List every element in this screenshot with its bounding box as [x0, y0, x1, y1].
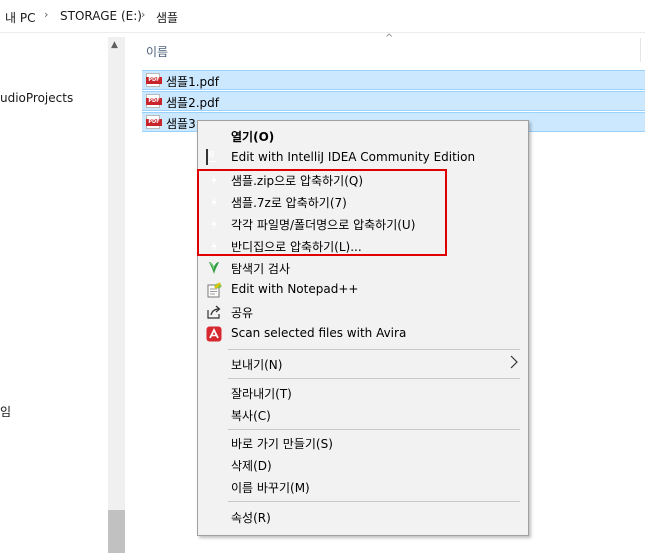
menu-item-compress-zip[interactable]: 샘플.zip으로 압축하기(Q)	[199, 169, 527, 191]
chevron-right-icon	[510, 355, 518, 369]
menu-item-cut[interactable]: 잘라내기(T)	[199, 382, 527, 404]
menu-item-compress-each[interactable]: 각각 파일명/폴더명으로 압축하기(U)	[199, 213, 527, 235]
avira-icon	[206, 326, 222, 342]
scroll-up-arrow-icon[interactable]: ▲	[111, 40, 118, 50]
menu-item-compress-7z[interactable]: 샘플.7z로 압축하기(7)	[199, 191, 527, 213]
menu-item-delete[interactable]: 삭제(D)	[199, 454, 527, 476]
menu-item-label: 복사(C)	[231, 409, 271, 423]
menu-separator	[228, 378, 520, 379]
address-bar[interactable]: 내 PC › STORAGE (E:) › 샘플	[0, 0, 645, 33]
file-row[interactable]: PDF 샘플1.pdf	[142, 70, 645, 90]
breadcrumb-current-folder[interactable]: 샘플	[156, 9, 178, 26]
breadcrumb-separator[interactable]: ›	[44, 8, 48, 21]
menu-item-label: Edit with Notepad++	[231, 282, 359, 296]
breadcrumb-storage-drive[interactable]: STORAGE (E:)	[60, 9, 142, 23]
pdf-icon: PDF	[146, 73, 162, 87]
pdf-icon: PDF	[146, 115, 162, 129]
menu-item-edit-notepad-plus-plus[interactable]: Edit with Notepad++	[199, 279, 527, 301]
nav-item-truncated[interactable]: 임	[0, 403, 11, 420]
menu-item-label: 샘플.7z로 압축하기(7)	[231, 196, 347, 210]
menu-item-send-to[interactable]: 보내기(N)	[199, 353, 527, 375]
bandizip-icon	[206, 238, 222, 254]
menu-item-label: 샘플.zip으로 압축하기(Q)	[231, 174, 364, 188]
column-divider	[640, 38, 641, 62]
menu-separator	[228, 349, 520, 350]
sort-ascending-icon: ^	[385, 33, 394, 44]
menu-item-label: 각각 파일명/폴더명으로 압축하기(U)	[231, 218, 416, 232]
bandizip-icon	[206, 216, 222, 232]
menu-item-label: 열기(O)	[231, 130, 275, 144]
menu-item-compress-bandizip[interactable]: 반디집으로 압축하기(L)...	[199, 235, 527, 257]
defender-icon	[206, 260, 222, 276]
menu-separator	[228, 501, 520, 502]
bandizip-icon	[206, 172, 222, 188]
menu-item-label: Edit with IntelliJ IDEA Community Editio…	[231, 150, 476, 164]
pdf-icon: PDF	[146, 94, 162, 108]
bandizip-icon	[206, 194, 222, 210]
menu-item-properties[interactable]: 속성(R)	[199, 506, 527, 528]
context-menu: 열기(O) IJ Edit with IntelliJ IDEA Communi…	[197, 120, 529, 536]
nav-scrollbar-thumb[interactable]	[108, 510, 125, 553]
menu-item-defender-scan[interactable]: 탐색기 검사	[199, 257, 527, 279]
breadcrumb-separator[interactable]: ›	[141, 8, 145, 21]
menu-item-label: 보내기(N)	[231, 358, 283, 372]
file-row[interactable]: PDF 샘플2.pdf	[142, 91, 645, 111]
file-name: 샘플2.pdf	[166, 96, 219, 110]
menu-item-edit-intellij[interactable]: IJ Edit with IntelliJ IDEA Community Edi…	[199, 147, 527, 169]
menu-item-label: 공유	[231, 306, 254, 320]
nav-scrollbar[interactable]	[108, 37, 125, 553]
menu-item-label: Scan selected files with Avira	[231, 326, 407, 340]
menu-item-share[interactable]: 공유	[199, 301, 527, 323]
notepad-plus-plus-icon	[206, 282, 222, 298]
menu-item-label: 반디집으로 압축하기(L)...	[231, 240, 362, 254]
column-header-name[interactable]: 이름	[146, 43, 168, 60]
breadcrumb-this-pc[interactable]: 내 PC	[5, 9, 35, 26]
menu-item-copy[interactable]: 복사(C)	[199, 404, 527, 426]
menu-separator	[228, 429, 520, 430]
menu-item-avira-scan[interactable]: Scan selected files with Avira	[199, 323, 527, 345]
menu-item-label: 바로 가기 만들기(S)	[231, 437, 333, 451]
menu-item-label: 삭제(D)	[231, 459, 272, 473]
menu-item-open[interactable]: 열기(O)	[199, 125, 527, 147]
file-name: 샘플1.pdf	[166, 75, 219, 89]
nav-item-studio-projects[interactable]: udioProjects	[0, 91, 73, 105]
file-name: 샘플3	[166, 117, 196, 131]
menu-item-label: 잘라내기(T)	[231, 387, 292, 401]
menu-item-label: 속성(R)	[231, 511, 271, 525]
menu-item-rename[interactable]: 이름 바꾸기(M)	[199, 476, 527, 498]
menu-item-create-shortcut[interactable]: 바로 가기 만들기(S)	[199, 432, 527, 454]
share-icon	[206, 304, 222, 320]
intellij-icon: IJ	[206, 149, 222, 166]
menu-item-label: 이름 바꾸기(M)	[231, 481, 310, 495]
menu-item-label: 탐색기 검사	[231, 262, 291, 276]
